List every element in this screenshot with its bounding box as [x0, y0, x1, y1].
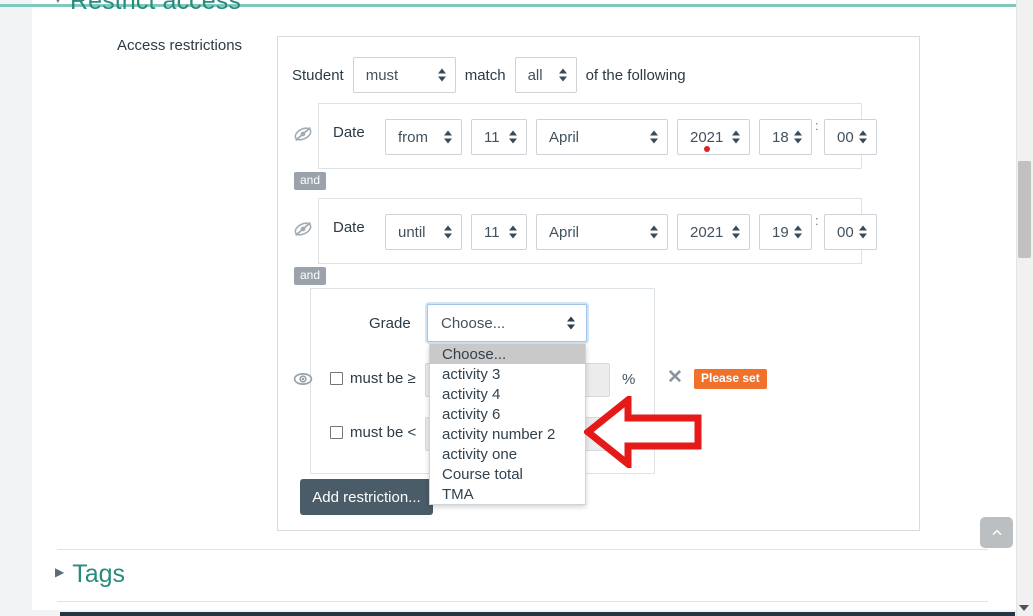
time-separator: :	[815, 118, 819, 133]
must-select[interactable]: must	[352, 57, 456, 93]
grade-select[interactable]: Choose...	[427, 304, 587, 342]
scrollbar-track[interactable]	[1016, 0, 1033, 616]
section-heading-restrict-access[interactable]: ▼ Restrict access	[52, 0, 241, 16]
grade-max-checkbox[interactable]	[330, 426, 343, 439]
access-restrictions-label: Access restrictions	[117, 37, 243, 54]
date-day-select-from[interactable]: 11	[471, 119, 527, 155]
select-arrows-icon	[509, 130, 518, 145]
date-hour-select-until[interactable]: 19	[759, 214, 812, 250]
date-label: Date	[333, 219, 365, 236]
match-word-label: match	[464, 66, 506, 84]
chevron-down-icon: ▼	[52, 0, 64, 6]
select-arrows-icon	[558, 68, 568, 83]
select-arrows-icon	[650, 225, 659, 240]
date-day-select-until[interactable]: 11	[471, 214, 527, 250]
student-prefix-label: Student	[292, 66, 344, 84]
eye-icon[interactable]	[292, 368, 314, 390]
date-minute-value: 00	[837, 128, 854, 146]
select-arrows-icon	[444, 225, 453, 240]
add-restriction-button[interactable]: Add restriction...	[300, 479, 433, 515]
all-select-value: all	[527, 66, 543, 84]
triangle-down-icon[interactable]	[1019, 605, 1029, 611]
grade-max-label: must be <	[350, 424, 417, 441]
time-separator: :	[815, 213, 819, 228]
operator-badge-and-2: and	[294, 267, 327, 286]
of-the-following-label: of the following	[585, 66, 686, 84]
all-select[interactable]: all	[514, 57, 577, 93]
date-year-value: 2021	[690, 223, 724, 241]
scroll-to-top-button[interactable]	[980, 517, 1013, 548]
grade-max-row: must be <	[330, 424, 416, 441]
select-arrows-icon	[732, 130, 741, 145]
grade-select-value: Choose...	[441, 314, 506, 332]
grade-min-row: must be ≥	[330, 370, 416, 387]
date-hour-value: 18	[772, 128, 789, 146]
date-direction-select-until[interactable]: until	[385, 214, 462, 250]
section-heading-label: Restrict access	[69, 0, 241, 15]
grade-max-unit: %	[622, 425, 636, 442]
select-arrows-icon	[794, 130, 803, 145]
option-item[interactable]: TMA	[430, 484, 585, 504]
select-arrows-icon	[859, 130, 868, 145]
date-hour-value: 19	[772, 223, 789, 241]
tags-heading-label: Tags	[72, 560, 126, 588]
date-day-value: 11	[484, 223, 500, 241]
option-item[interactable]: Course total	[430, 464, 585, 484]
date-year-select-until[interactable]: 2021	[677, 214, 750, 250]
grade-min-unit: %	[622, 371, 636, 388]
date-direction-value: until	[398, 223, 426, 241]
date-minute-value: 00	[837, 223, 854, 241]
date-day-value: 11	[484, 128, 500, 146]
select-arrows-icon	[732, 225, 741, 240]
date-month-value: April	[549, 128, 580, 146]
date-month-value: April	[549, 223, 580, 241]
date-month-select-from[interactable]: April	[536, 119, 668, 155]
date-year-select-from[interactable]: 2021	[677, 119, 750, 155]
date-direction-value: from	[398, 128, 428, 146]
grade-min-label: must be ≥	[350, 370, 416, 387]
select-arrows-icon	[859, 225, 868, 240]
section-heading-tags[interactable]: ▶ Tags	[55, 560, 125, 589]
status-badge-please-set: Please set	[694, 369, 767, 390]
student-match-line: Student must match all of the following	[292, 57, 686, 93]
select-arrows-icon	[509, 225, 518, 240]
scrollbar-thumb[interactable]	[1018, 161, 1031, 258]
divider-bottom-tags	[57, 601, 988, 602]
select-arrows-icon	[794, 225, 803, 240]
date-minute-select-until[interactable]: 00	[824, 214, 877, 250]
condition-row-date-from: Date from 11 April 2021 18: 00	[318, 103, 877, 169]
date-hour-select-from[interactable]: 18	[759, 119, 812, 155]
grade-select-option-list[interactable]: Choose... activity 3 activity 4 activity…	[429, 344, 586, 505]
grade-label: Grade	[369, 315, 411, 332]
select-arrows-icon	[437, 68, 447, 83]
option-item[interactable]: activity 3	[430, 364, 585, 384]
operator-badge-and-1: and	[294, 172, 327, 191]
option-item[interactable]: activity one	[430, 444, 585, 464]
select-arrows-icon	[567, 316, 576, 331]
select-arrows-icon	[650, 130, 659, 145]
date-year-value: 2021	[690, 128, 724, 146]
option-item[interactable]: activity number 2	[430, 424, 585, 444]
must-select-value: must	[365, 66, 399, 84]
required-indicator-dot	[704, 146, 710, 152]
eye-slash-icon[interactable]	[292, 123, 314, 145]
grade-min-checkbox[interactable]	[330, 372, 343, 385]
date-direction-select-from[interactable]: from	[385, 119, 462, 155]
date-minute-select-from[interactable]: 00	[824, 119, 877, 155]
remove-condition-button-3[interactable]: ✕	[667, 368, 683, 387]
browser-viewport: ▼ Restrict access Access restrictions Stu…	[0, 0, 1033, 616]
option-item[interactable]: activity 6	[430, 404, 585, 424]
condition-row-date-until: Date until 11 April 2021 19: 00	[318, 198, 877, 264]
eye-slash-icon[interactable]	[292, 218, 314, 240]
option-item[interactable]: Choose...	[430, 344, 585, 364]
page-bottom-bar	[60, 612, 1015, 616]
chevron-up-icon	[991, 529, 1002, 535]
date-month-select-until[interactable]: April	[536, 214, 668, 250]
chevron-right-icon: ▶	[55, 565, 65, 579]
select-arrows-icon	[444, 130, 453, 145]
divider-top-tags	[57, 549, 988, 550]
date-label: Date	[333, 124, 365, 141]
option-item[interactable]: activity 4	[430, 384, 585, 404]
